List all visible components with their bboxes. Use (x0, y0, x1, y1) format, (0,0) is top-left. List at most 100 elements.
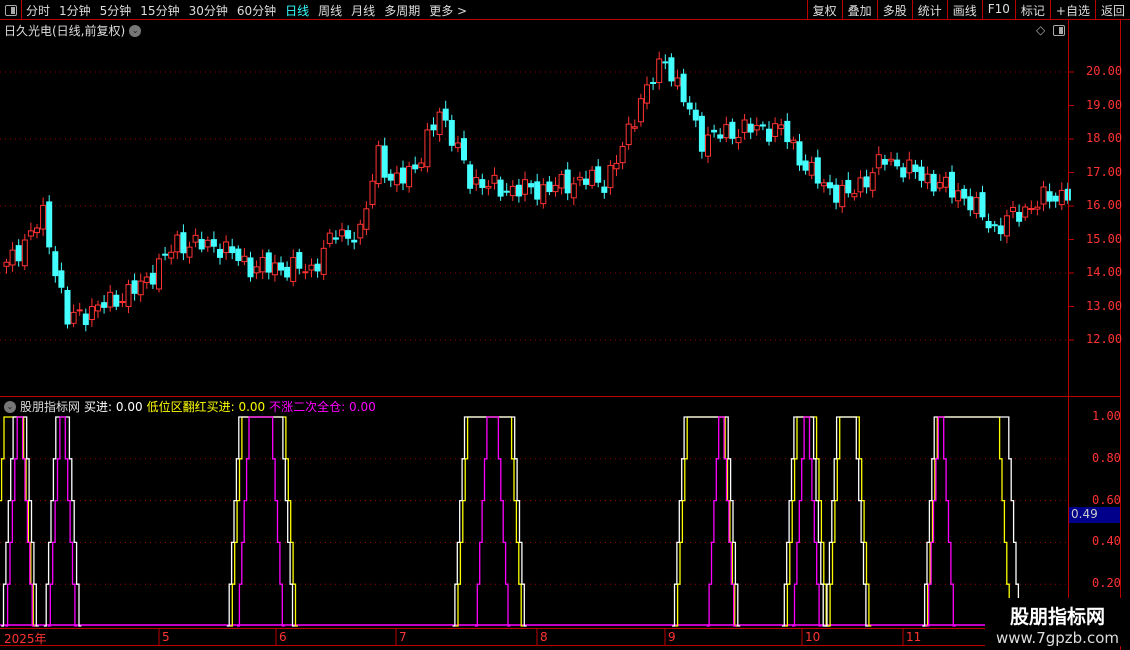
candle-up (186, 246, 193, 258)
candle-up (320, 247, 327, 275)
candle-down (467, 164, 474, 189)
signal-buy (452, 416, 527, 627)
candle-up (558, 174, 565, 189)
candle-up (357, 223, 364, 239)
price-tick-label: 19.00 (1086, 97, 1123, 112)
candle-down (686, 102, 693, 110)
candle-down (784, 120, 791, 143)
candle-up (491, 174, 498, 184)
date-tick-label: 11 (906, 630, 922, 644)
candle-down (461, 138, 467, 161)
candle-up (790, 139, 797, 144)
candle-down (680, 73, 687, 103)
candle-up (418, 162, 425, 168)
candle-up (27, 230, 34, 237)
date-tick-label: 9 (668, 630, 676, 644)
candle-up (95, 304, 101, 312)
candle-down (131, 280, 138, 294)
candle-up (644, 84, 650, 104)
date-tick-label: 5 (162, 630, 170, 644)
candle-down (503, 190, 510, 193)
candle-up (204, 239, 211, 248)
candle-down (448, 119, 455, 146)
candle-down (698, 115, 705, 152)
candle-up (808, 161, 815, 176)
date-tick-label: 8 (540, 630, 548, 644)
price-tick-label: 18.00 (1086, 131, 1123, 145)
signal-second-full (926, 416, 956, 627)
candle-up (21, 239, 28, 267)
panel-divider (0, 396, 1120, 397)
candle-down (918, 166, 925, 181)
candle-up (1010, 206, 1016, 212)
candle-up (125, 284, 132, 307)
candle-down (265, 252, 272, 273)
candle-down (601, 186, 608, 193)
date-tick-label: 2025年 (4, 632, 47, 646)
candle-up (576, 176, 583, 181)
signal-second-full (474, 416, 511, 627)
cursor-value-label: 0.49 (1069, 507, 1120, 523)
candle-down (515, 184, 522, 197)
candle-down (345, 230, 352, 239)
axis-divider (1068, 20, 1069, 628)
candle-up (1040, 186, 1047, 205)
candle-up (778, 124, 785, 130)
candle-down (332, 237, 339, 240)
candle-up (156, 258, 162, 290)
candle-up (973, 197, 980, 214)
candle-up (540, 184, 547, 205)
candle-down (296, 252, 303, 269)
candle-down (802, 160, 809, 171)
candle-up (753, 125, 760, 131)
candle-down (430, 124, 437, 131)
candle-down (235, 248, 242, 261)
signal-second-full (237, 416, 285, 627)
candle-up (552, 184, 559, 193)
candle-up (589, 169, 596, 186)
indicator-low-red-buy: 低位区翻红买进: 0.00 (146, 400, 266, 414)
candle-down (595, 166, 602, 183)
candle-down (217, 248, 223, 258)
candle-up (875, 154, 882, 169)
candle-down (198, 239, 205, 250)
candle-up (705, 134, 711, 157)
candle-down (1016, 211, 1023, 222)
candle-up (869, 172, 876, 191)
candle-up (192, 234, 199, 243)
candle-down (479, 179, 486, 188)
indicator-tick-label: 0.20 (1092, 576, 1121, 591)
candle-up (308, 264, 315, 271)
candle-down (564, 169, 571, 194)
candle-down (278, 262, 284, 271)
candle-up (424, 129, 431, 168)
candle-down (149, 272, 156, 285)
signal-buy (824, 416, 869, 627)
candle-down (247, 257, 254, 278)
candle-up (839, 184, 846, 208)
signal-low-red-buy (785, 416, 829, 627)
price-tick-label: 14.00 (1086, 265, 1123, 279)
candle-up (76, 309, 83, 312)
candle-up (174, 234, 181, 253)
candle-down (814, 157, 821, 184)
candle-down (180, 232, 187, 254)
candle-down (113, 294, 120, 307)
candle-down (967, 196, 974, 211)
candle-down (284, 266, 291, 278)
candle-up (107, 291, 114, 308)
candle-down (46, 201, 53, 248)
candle-up (772, 123, 779, 137)
price-tick-label: 16.00 (1086, 198, 1123, 212)
indicator-tick-label: 0.60 (1092, 492, 1121, 507)
chevron-down-icon[interactable]: ⌄ (4, 400, 16, 413)
price-tick-label: 12.00 (1086, 332, 1123, 346)
candle-down (759, 124, 766, 127)
candle-up (9, 249, 16, 266)
candle-down (863, 176, 870, 188)
date-tick-label: 10 (805, 630, 821, 644)
date-axis-line (0, 628, 1120, 629)
candle-up (820, 182, 827, 187)
candle-down (650, 81, 657, 84)
signal-second-full (47, 416, 78, 627)
